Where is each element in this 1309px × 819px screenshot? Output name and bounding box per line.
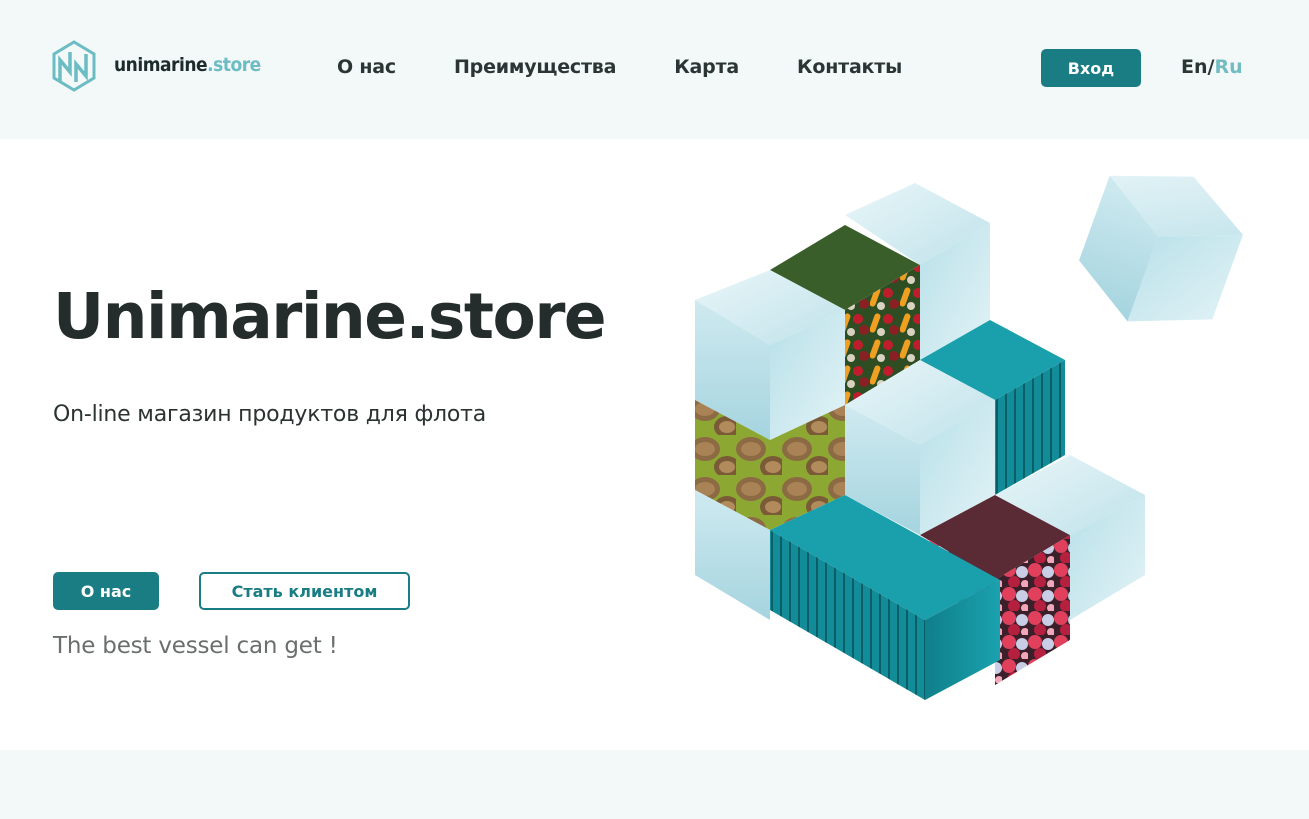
login-button[interactable]: Вход [1041, 49, 1141, 87]
site-header: unimarine.store О нас Преимущества Карта… [0, 0, 1309, 139]
nav-item-contacts[interactable]: Контакты [797, 56, 902, 78]
logo-text: unimarine.store [114, 54, 261, 76]
nav-item-about[interactable]: О нас [337, 56, 396, 78]
nav-item-map[interactable]: Карта [674, 56, 739, 78]
lang-en[interactable]: En [1181, 56, 1208, 78]
next-section-band [0, 750, 1309, 819]
logo-icon [52, 40, 96, 92]
lang-separator: / [1207, 56, 1215, 78]
logo-name: unimarine [114, 54, 208, 76]
isometric-cubes-illustration [695, 175, 1243, 700]
nav-item-advantages[interactable]: Преимущества [454, 56, 616, 78]
lang-ru[interactable]: Ru [1214, 56, 1242, 78]
logo-tld: .store [207, 54, 261, 76]
hero-title: Unimarine.store [53, 280, 607, 353]
about-button[interactable]: О нас [53, 572, 159, 610]
language-switcher: En / Ru [1181, 56, 1243, 78]
ice-cube-floating [1079, 175, 1243, 322]
hero-subtitle: On-line магазин продуктов для флота [53, 402, 487, 427]
hero-tagline: The best vessel can get ! [53, 633, 338, 659]
main-nav: О нас Преимущества Карта Контакты [337, 56, 902, 78]
become-client-button[interactable]: Стать клиентом [199, 572, 410, 610]
logo[interactable]: unimarine.store [52, 38, 261, 92]
